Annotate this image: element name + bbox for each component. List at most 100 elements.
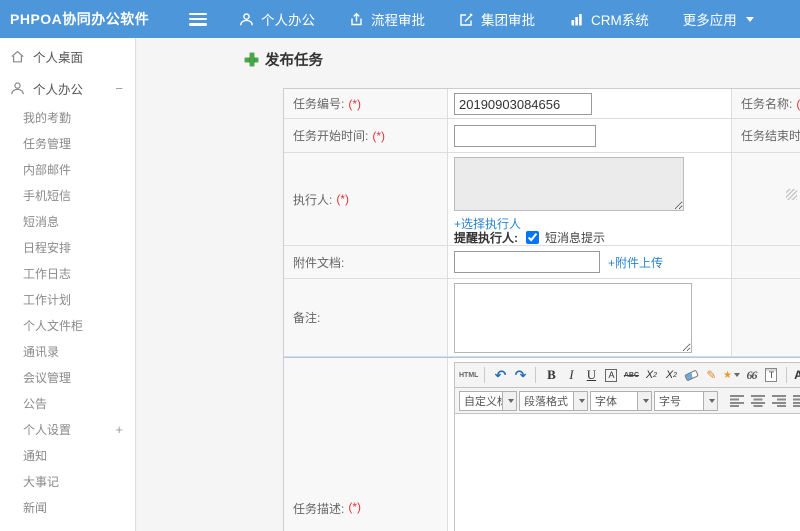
executor-right-cell [731, 153, 800, 245]
sidebar-item-short-message[interactable]: 短消息 [0, 208, 135, 234]
align-left-icon[interactable] [730, 394, 745, 407]
sidebar-item-work-log[interactable]: 工作日志 [0, 260, 135, 286]
sidebar-item-news[interactable]: 新闻 [0, 494, 135, 520]
superscript-button[interactable]: X2 [642, 365, 660, 385]
undo-button[interactable]: ↶ [491, 365, 509, 385]
font-color-button[interactable]: A [793, 365, 800, 385]
label-text: 附件文档: [293, 255, 345, 270]
align-right-icon[interactable] [772, 394, 787, 407]
sms-remind-checkbox[interactable] [526, 231, 539, 244]
paste-button[interactable]: T [762, 365, 780, 385]
end-time-label: 任务结束时间: (*) [731, 119, 800, 152]
bar-chart-icon [569, 12, 584, 27]
blockquote-button[interactable]: 66 [742, 365, 760, 385]
sidebar-item-label: 个人办公 [33, 82, 84, 97]
italic-button[interactable]: I [562, 365, 580, 385]
menu-toggle-icon[interactable] [189, 12, 207, 26]
expand-icon[interactable]: + [115, 422, 123, 437]
bold-button[interactable]: B [542, 365, 560, 385]
font-family-select[interactable]: 字体 [590, 390, 652, 411]
required-mark: (*) [348, 96, 362, 111]
executor-textarea[interactable] [454, 157, 684, 211]
nav-group-approval[interactable]: 集团审批 [459, 9, 535, 29]
font-size-select[interactable]: 字号 [654, 390, 718, 411]
sidebar-item-schedule[interactable]: 日程安排 [0, 234, 135, 260]
sidebar-item-mobile-sms[interactable]: 手机短信 [0, 182, 135, 208]
sidebar-item-label: 个人设置 [23, 422, 72, 437]
select-value: 字体 [595, 395, 617, 408]
format-brush-button[interactable]: ✎ [702, 365, 720, 385]
sidebar-item-label: 内部邮件 [23, 162, 72, 177]
align-center-icon[interactable] [751, 394, 766, 407]
eraser-button[interactable] [682, 365, 700, 385]
toolbar-separator [786, 367, 788, 383]
sidebar-item-contacts[interactable]: 通讯录 [0, 338, 135, 364]
form-row-remark: 备注: [284, 279, 800, 357]
attachment-cell: +附件上传 [448, 246, 731, 278]
sidebar-item-memorabilia[interactable]: 大事记 [0, 468, 135, 494]
nav-crm-system[interactable]: CRM系统 [569, 9, 649, 29]
executor-label: 执行人: (*) [284, 153, 448, 245]
sidebar-item-label: 新闻 [23, 500, 48, 515]
align-justify-icon[interactable] [793, 394, 800, 407]
attachment-input[interactable] [454, 251, 600, 273]
textarea-resize-grip[interactable] [786, 189, 797, 200]
caret-down-icon [745, 16, 754, 22]
remark-textarea[interactable] [454, 283, 692, 353]
edit-icon [459, 12, 474, 27]
remark-right-cell [731, 279, 800, 356]
nav-label: 集团审批 [481, 13, 535, 28]
sidebar-item-announcement[interactable]: 公告 [0, 390, 135, 416]
sidebar-item-label: 大事记 [23, 474, 60, 489]
attachment-upload-link[interactable]: +附件上传 [608, 254, 663, 271]
sidebar-item-personal-settings[interactable]: 个人设置 + [0, 416, 135, 442]
underline-button[interactable]: U [582, 365, 600, 385]
redo-button[interactable]: ↷ [511, 365, 529, 385]
collapse-icon[interactable]: − [115, 81, 123, 96]
nav-workflow-approval[interactable]: 流程审批 [349, 9, 425, 29]
nav-label: 个人办公 [261, 13, 315, 28]
home-icon [10, 49, 26, 64]
sidebar-item-internal-mail[interactable]: 内部邮件 [0, 156, 135, 182]
sidebar-item-work-plan[interactable]: 工作计划 [0, 286, 135, 312]
task-name-label: 任务名称: (*) [731, 89, 800, 118]
label-text: 任务名称: [741, 97, 793, 111]
sidebar-item-personal-desktop[interactable]: 个人桌面 [0, 40, 135, 72]
task-number-input[interactable] [454, 93, 592, 115]
font-style-button[interactable]: A [602, 365, 620, 385]
sidebar-item-personal-files[interactable]: 个人文件柜 [0, 312, 135, 338]
font-color-glyph: A [794, 368, 800, 382]
paragraph-format-select[interactable]: 段落格式 [519, 390, 588, 411]
sidebar-item-label: 通讯录 [23, 344, 60, 359]
sidebar-item-notice[interactable]: 通知 [0, 442, 135, 468]
attachment-right-cell [731, 246, 800, 278]
rich-text-editor: HTML ↶ ↷ B I U A ABC X2 X2 ✎ ★ 66 T A 自定… [454, 362, 800, 531]
sidebar-item-label: 个人桌面 [33, 50, 84, 65]
required-mark: (*) [372, 128, 386, 143]
nav-more-apps[interactable]: 更多应用 [683, 9, 754, 29]
sidebar-item-meeting-management[interactable]: 会议管理 [0, 364, 135, 390]
editor-toolbar-row1: HTML ↶ ↷ B I U A ABC X2 X2 ✎ ★ 66 T A [454, 362, 800, 388]
sidebar-item-label: 日程安排 [23, 240, 72, 255]
select-value: 自定义标题 [464, 395, 502, 408]
sidebar-item-label: 短消息 [23, 214, 60, 229]
strikethrough-button[interactable]: ABC [622, 365, 640, 385]
sidebar-item-personal-office[interactable]: 个人办公 − [0, 72, 135, 104]
sidebar-item-my-attendance[interactable]: 我的考勤 [0, 104, 135, 130]
html-source-button[interactable]: HTML [459, 365, 478, 385]
auto-typeset-button[interactable]: ★ [722, 365, 740, 385]
sidebar-item-label: 我的考勤 [23, 110, 72, 125]
nav-personal-office[interactable]: 个人办公 [239, 9, 315, 29]
alignment-group [730, 394, 800, 407]
custom-title-select[interactable]: 自定义标题 [459, 390, 517, 411]
start-time-input[interactable] [454, 125, 596, 147]
required-mark: (*) [336, 192, 350, 206]
form-row-attachment: 附件文档: +附件上传 [284, 246, 800, 279]
subscript-button[interactable]: X2 [662, 365, 680, 385]
caret-down-icon [733, 373, 740, 377]
font-box-glyph: A [605, 368, 618, 382]
form-row-description: 任务描述: (*) HTML ↶ ↷ B I U A ABC X 2 X 2 ✎… [284, 357, 800, 531]
sidebar-item-task-management[interactable]: 任务管理 [0, 130, 135, 156]
editor-content-area[interactable] [454, 414, 800, 531]
remind-line: 提醒执行人: 短消息提示 [454, 229, 605, 246]
